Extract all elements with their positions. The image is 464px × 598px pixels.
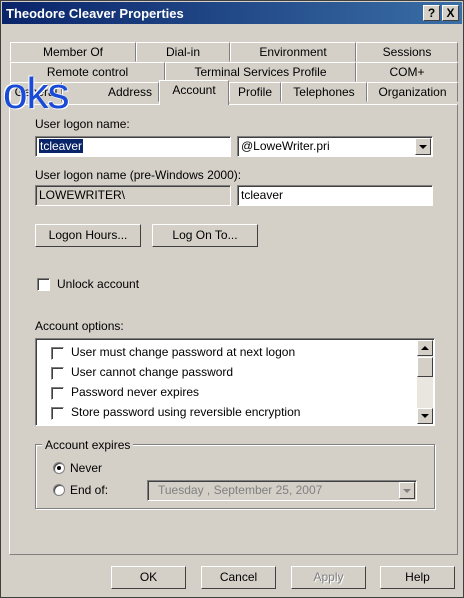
option-label: Password never expires bbox=[71, 385, 200, 399]
radio-dot bbox=[57, 466, 61, 470]
option-label: User cannot change password bbox=[71, 365, 234, 379]
scroll-up-icon[interactable] bbox=[417, 340, 433, 356]
watermark-text: oks bbox=[3, 69, 69, 118]
window-title: Theodore Cleaver Properties bbox=[6, 6, 184, 21]
close-title-button[interactable]: X bbox=[442, 5, 459, 21]
properties-dialog: Theodore Cleaver Properties ? X Member O… bbox=[0, 0, 464, 598]
account-options-list[interactable]: User must change password at next logon … bbox=[35, 338, 435, 426]
account-expires-label: Account expires bbox=[42, 438, 134, 452]
account-options-label: Account options: bbox=[35, 319, 124, 333]
pre2000-domain-field: LOWEWRITER\ bbox=[35, 185, 231, 206]
cancel-button[interactable]: Cancel bbox=[201, 566, 276, 589]
tab-dial-in[interactable]: Dial-in bbox=[136, 42, 230, 62]
tab-organization[interactable]: Organization bbox=[367, 82, 458, 102]
unlock-account-checkbox[interactable] bbox=[37, 278, 50, 291]
option-label: User must change password at next logon bbox=[71, 345, 296, 359]
help-button[interactable]: Help bbox=[380, 566, 455, 589]
end-of-label: End of: bbox=[70, 483, 109, 497]
logon-name-input[interactable]: tcleaver bbox=[35, 136, 231, 157]
chevron-down-icon bbox=[399, 482, 415, 499]
logon-name-value: tcleaver bbox=[39, 139, 84, 153]
pre2000-name-input[interactable]: tcleaver bbox=[237, 185, 433, 206]
end-of-date-value: Tuesday , September 25, 2007 bbox=[158, 483, 323, 497]
option-checkbox[interactable] bbox=[51, 367, 64, 380]
pre2000-label: User logon name (pre-Windows 2000): bbox=[35, 168, 242, 182]
option-checkbox[interactable] bbox=[51, 407, 64, 420]
option-label: Store password using reversible encrypti… bbox=[71, 405, 301, 419]
apply-button[interactable]: Apply bbox=[291, 566, 366, 589]
tab-account[interactable]: Account bbox=[159, 80, 229, 105]
end-of-date-picker: Tuesday , September 25, 2007 bbox=[147, 480, 417, 501]
help-title-button[interactable]: ? bbox=[423, 5, 440, 21]
tab-environment[interactable]: Environment bbox=[230, 42, 356, 62]
logon-hours-button[interactable]: Logon Hours... bbox=[35, 224, 141, 247]
option-checkbox[interactable] bbox=[51, 347, 64, 360]
logon-name-label: User logon name: bbox=[35, 117, 130, 131]
title-bar[interactable]: Theodore Cleaver Properties ? X bbox=[2, 2, 462, 24]
domain-select[interactable]: @LoweWriter.pri bbox=[237, 136, 433, 157]
tab-sessions[interactable]: Sessions bbox=[356, 42, 458, 62]
tab-member-of[interactable]: Member Of bbox=[10, 42, 136, 62]
option-checkbox[interactable] bbox=[51, 387, 64, 400]
domain-value: @LoweWriter.pri bbox=[241, 139, 330, 153]
scroll-thumb[interactable] bbox=[417, 357, 433, 377]
ok-button[interactable]: OK bbox=[111, 566, 186, 589]
log-on-to-button[interactable]: Log On To... bbox=[152, 224, 258, 247]
end-of-radio[interactable] bbox=[53, 484, 65, 496]
tab-terminal-services-profile[interactable]: Terminal Services Profile bbox=[165, 62, 356, 82]
tab-address[interactable]: Address bbox=[62, 82, 159, 102]
tab-profile[interactable]: Profile bbox=[229, 82, 281, 102]
chevron-down-icon[interactable] bbox=[415, 138, 431, 155]
tab-telephones[interactable]: Telephones bbox=[281, 82, 367, 102]
unlock-account-label: Unlock account bbox=[57, 277, 140, 291]
never-label: Never bbox=[70, 461, 103, 475]
tab-com-plus[interactable]: COM+ bbox=[356, 62, 458, 82]
scroll-down-icon[interactable] bbox=[417, 408, 433, 424]
options-scrollbar[interactable] bbox=[417, 340, 433, 424]
never-radio[interactable] bbox=[53, 462, 65, 474]
